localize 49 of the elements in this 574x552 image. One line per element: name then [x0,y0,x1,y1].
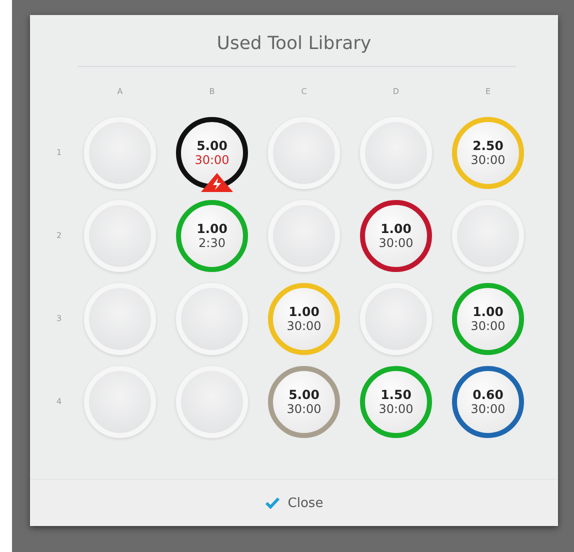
tool-time: 30:00 [378,236,414,250]
tool-value: 1.00 [288,304,320,318]
empty-slot [84,366,156,438]
tool-value: 1.00 [380,220,412,236]
empty-slot [84,200,156,272]
column-header: E [485,87,491,96]
tool-time: 30:00 [286,318,322,334]
tool-slot[interactable]: 1.00 30:00 [452,282,524,354]
tool-value: 5.00 [196,138,228,152]
empty-slot [360,116,432,188]
empty-slot [84,282,156,354]
dialog-title: Used Tool Library [216,32,372,56]
empty-slot [176,366,248,438]
row-label: 2 [56,231,62,240]
column-header: D [392,87,400,96]
row-label: 1 [56,148,62,157]
empty-slot [268,200,340,272]
tool-time: 30:00 [378,402,414,416]
tool-time: 30:00 [470,152,506,168]
column-header: A [117,87,123,96]
tool-value: 2.50 [472,138,504,152]
column-header: C [301,87,307,96]
close-button[interactable]: Close [256,492,332,514]
tool-value: 1.00 [472,304,504,318]
tool-slot[interactable]: 2.50 30:00 [452,116,524,188]
tool-value: 0.60 [472,386,504,402]
tool-time: 30:00 [286,402,322,416]
tool-time: 2:30 [198,236,226,250]
empty-slot [268,116,340,188]
tool-value: 5.00 [288,386,320,402]
tool-value: 1.50 [380,386,412,402]
row-label: 4 [56,397,62,406]
tool-slot[interactable]: 0.60 30:00 [452,366,524,438]
column-header: B [209,87,215,96]
tool-time: 30:00 [194,152,230,168]
tool-time: 30:00 [470,318,506,334]
tool-slot[interactable]: 1.00 2:30 [176,200,248,272]
checkmark-icon [264,497,280,509]
row-label: 3 [56,314,62,323]
tool-slot[interactable]: 1.00 30:00 [360,200,432,272]
empty-slot [360,282,432,354]
tool-time: 30:00 [470,402,506,416]
tool-slot[interactable]: 1.50 30:00 [360,366,432,438]
tool-value: 1.00 [196,220,228,236]
tool-slot[interactable]: 5.00 30:00 [268,366,340,438]
tool-slot[interactable]: 1.00 30:00 [268,282,340,354]
empty-slot [452,200,524,272]
empty-slot [84,116,156,188]
empty-slot [176,282,248,354]
